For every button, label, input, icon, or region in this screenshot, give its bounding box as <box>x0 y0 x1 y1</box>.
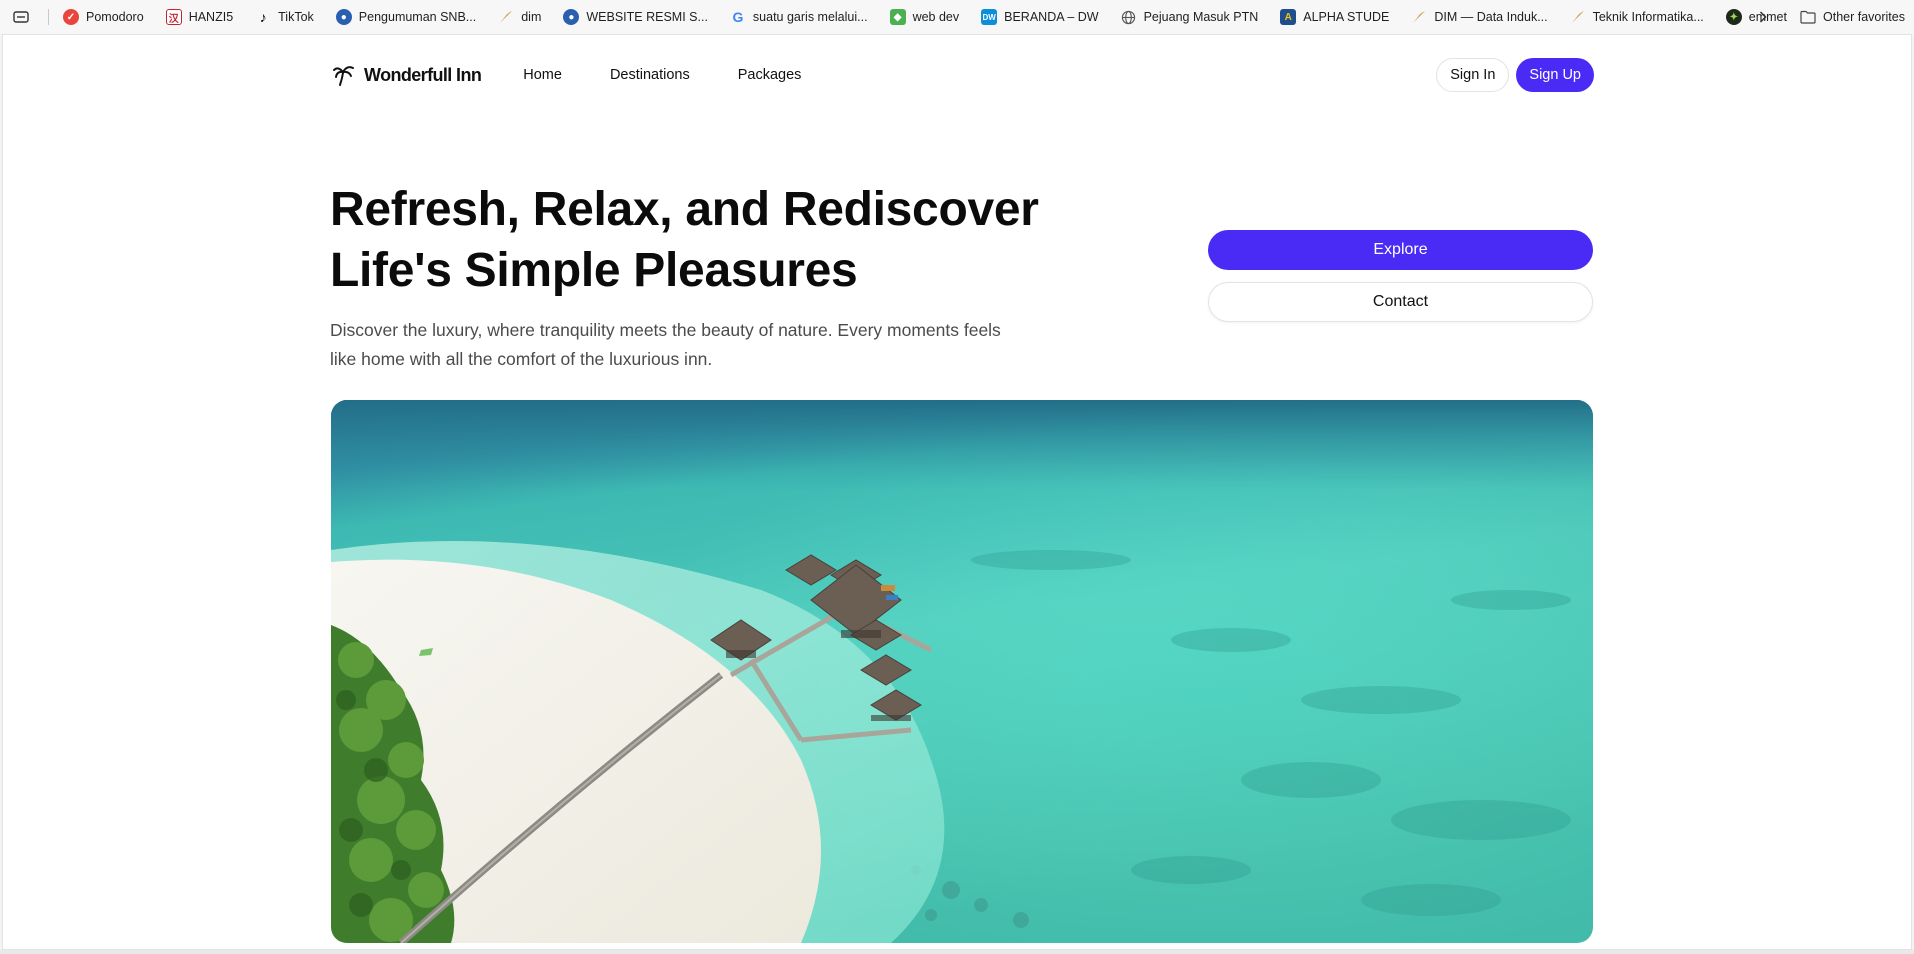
explore-button[interactable]: Explore <box>1208 230 1593 270</box>
bookmark-label: Pengumuman SNB... <box>358 10 477 24</box>
bookmark-label: DIM — Data Induk... <box>1434 10 1548 24</box>
bookmark-label: TikTok <box>278 10 314 24</box>
pomodoro-check-icon: ✓ <box>63 9 79 25</box>
web-page: Wonderfull Inn Home Destinations Package… <box>2 34 1912 950</box>
bookmark-hanzi5[interactable]: 汉 HANZI5 <box>165 9 234 25</box>
nav-links: Home Destinations Packages <box>523 67 849 83</box>
bookmark-label: suatu garis melalui... <box>752 10 868 24</box>
bookmark-label: ALPHA STUDE <box>1303 10 1390 24</box>
feather-icon <box>498 9 514 25</box>
tiktok-icon: ♪ <box>259 9 267 25</box>
webdev-icon: ◆ <box>889 9 906 25</box>
nav-link-home[interactable]: Home <box>523 67 562 83</box>
bookmarks-divider <box>48 9 49 25</box>
bookmark-label: Teknik Informatika... <box>1592 10 1704 24</box>
bookmark-beranda-dw[interactable]: DW BERANDA – DW <box>981 9 1099 25</box>
other-favorites-label: Other favorites <box>1823 10 1905 24</box>
sign-up-button[interactable]: Sign Up <box>1516 58 1594 92</box>
bookmark-web-dev[interactable]: ◆ web dev <box>889 9 960 25</box>
hero-title: Refresh, Relax, and Rediscover Life's Si… <box>330 179 1090 301</box>
hero-subtitle-line: Discover the luxury, where tranquility m… <box>330 320 1001 340</box>
bookmark-google-search[interactable]: G suatu garis melalui... <box>730 9 868 25</box>
bookmark-tiktok[interactable]: ♪ TikTok <box>255 9 314 25</box>
brand-name: Wonderfull Inn <box>364 64 482 85</box>
bookmark-label: WEBSITE RESMI S... <box>586 10 708 24</box>
bookmark-pejuang-ptn[interactable]: Pejuang Masuk PTN <box>1121 9 1259 25</box>
emmet-icon: ✦ <box>1725 9 1742 25</box>
hanzi-icon: 汉 <box>165 9 182 25</box>
dw-icon: DW <box>981 9 998 25</box>
alpha-shield-icon: A <box>1280 9 1297 25</box>
palm-tree-icon <box>333 66 354 86</box>
other-favorites[interactable]: Other favorites <box>1800 0 1905 34</box>
bookmark-alpha-stude[interactable]: A ALPHA STUDE <box>1280 9 1389 25</box>
bookmark-label: dim <box>521 10 542 24</box>
bookmarks-bar: ✓ Pomodoro 汉 HANZI5 ♪ TikTok ● Pengumuma… <box>0 0 1914 34</box>
google-icon: G <box>732 9 744 25</box>
hero-title-line: Life's Simple Pleasures <box>330 244 858 297</box>
bookmark-label: Pejuang Masuk PTN <box>1143 10 1259 24</box>
hero-image <box>331 400 1593 943</box>
snbp-globe-icon: ● <box>335 9 352 25</box>
globe-logo-icon: ● <box>563 9 580 25</box>
folder-icon <box>1800 10 1816 24</box>
nav-link-packages[interactable]: Packages <box>738 67 802 83</box>
hero-subtitle: Discover the luxury, where tranquility m… <box>330 316 1020 374</box>
feather-icon <box>1411 9 1427 25</box>
bookmark-dim[interactable]: dim <box>498 9 541 25</box>
globe-icon <box>1121 9 1137 25</box>
bookmark-dim-data-induk[interactable]: DIM — Data Induk... <box>1411 9 1548 25</box>
bookmark-label: web dev <box>912 10 960 24</box>
site-navbar: Wonderfull Inn Home Destinations Package… <box>332 55 1594 95</box>
bookmark-pengumuman-snb[interactable]: ● Pengumuman SNB... <box>335 9 477 25</box>
bookmark-label: BERANDA – DW <box>1004 10 1099 24</box>
bookmark-pomodoro[interactable]: ✓ Pomodoro <box>63 9 144 25</box>
resort-island-illustration <box>331 400 1593 943</box>
hero-title-line: Refresh, Relax, and Rediscover <box>330 183 1039 236</box>
bookmark-label: HANZI5 <box>188 10 234 24</box>
brand-logo[interactable]: Wonderfull Inn <box>332 63 482 87</box>
nav-link-destinations[interactable]: Destinations <box>610 67 690 83</box>
auth-buttons: Sign In Sign Up <box>1436 58 1594 92</box>
feather-icon <box>1570 9 1586 25</box>
bookmarks-menu-icon[interactable] <box>12 10 30 24</box>
hero-subtitle-line: like home with all the comfort of the lu… <box>330 349 713 369</box>
contact-button[interactable]: Contact <box>1208 282 1593 322</box>
bookmark-teknik-informatika[interactable]: Teknik Informatika... <box>1570 9 1704 25</box>
chevron-right-icon[interactable] <box>1756 8 1770 26</box>
window-bottom-edge <box>0 950 1914 954</box>
sign-in-button[interactable]: Sign In <box>1436 58 1510 92</box>
bookmark-label: Pomodoro <box>86 10 144 24</box>
bookmark-website-resmi[interactable]: ● WEBSITE RESMI S... <box>563 9 708 25</box>
